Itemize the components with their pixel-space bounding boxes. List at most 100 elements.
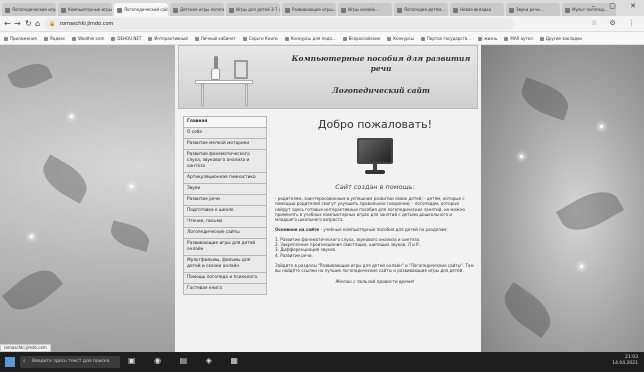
vase-image: [211, 68, 220, 80]
sparkle: [600, 125, 603, 128]
bookmark-label: Интерактивный: [154, 36, 188, 41]
monitor-icon: [357, 138, 393, 176]
browser-tab[interactable]: Новая вкладка: [450, 3, 504, 16]
sidebar-menu-item[interactable]: Развитие фонематического слуха, звуковог…: [183, 150, 267, 173]
sparkle: [130, 185, 133, 188]
bookmark-item[interactable]: Интерактивный: [148, 32, 188, 44]
bookmark-item[interactable]: DEHOU.NET: [111, 32, 142, 44]
bookmark-label: MAX аутол: [510, 36, 533, 41]
picture-frame-image: [234, 60, 248, 79]
home-icon[interactable]: ⌂: [35, 19, 40, 29]
sidebar-menu-item[interactable]: Развивающие игры для детей онлайн: [183, 239, 267, 256]
bookmark-label: Всероссийские: [348, 36, 381, 41]
taskbar-apps[interactable]: ▣ ◉ ▤ ◈ ▦: [128, 356, 246, 365]
sidebar-menu-item[interactable]: Звуки: [183, 184, 267, 195]
browser-tab[interactable]: Развивающие игры...: [282, 3, 336, 16]
bookmark-icon: [148, 37, 153, 41]
tab-label: Детские игры логопеда...: [180, 7, 224, 12]
favicon-icon: [173, 7, 178, 13]
back-icon[interactable]: ←: [4, 19, 11, 29]
tab-bar: Логопедические игры для детей... Компьюте…: [0, 0, 644, 16]
favicon-icon: [5, 7, 10, 13]
browser-tab[interactable]: Игры онлайн...: [338, 3, 392, 16]
bookmark-item[interactable]: Всероссийские: [342, 32, 381, 44]
sidebar-menu-item[interactable]: Логопедические сайты: [183, 228, 267, 239]
sparkle: [580, 265, 583, 268]
tab-label: Развивающие игры...: [292, 7, 336, 12]
bookmark-item[interactable]: Weather.com: [72, 32, 104, 44]
sidebar-menu: Главная О себе Развитие мелкой моторики Раз…: [183, 116, 267, 295]
favicon-icon: [229, 7, 234, 13]
sidebar-menu-item[interactable]: Артикуляционная гимнастика: [183, 173, 267, 184]
intro-rest: - учебные компьютерные пособия для детей…: [319, 227, 448, 233]
intro-paragraph: Основное на сайте - учебные компьютерные…: [275, 227, 475, 232]
site-subtitle: Логопедический сайт: [332, 86, 430, 95]
header-banner: Компьютерные пособия для развития речи Л…: [178, 45, 478, 109]
created-heading: Сайт создан в помощь:: [335, 183, 415, 191]
tab-label: Звуки речи...: [516, 7, 544, 12]
bookmark-item[interactable]: Приложения: [4, 32, 37, 44]
bookmark-item[interactable]: Конкурсы для педа...: [284, 32, 336, 44]
favicon-icon: [285, 7, 290, 13]
favicon-icon: [453, 7, 458, 13]
status-url: romaschki.jimdo.com: [0, 344, 51, 352]
start-button[interactable]: [5, 357, 15, 367]
bookmark-label: DEHOU.NET: [117, 36, 142, 41]
bookmark-label: Личный кабинет: [200, 36, 236, 41]
favicon-icon: [117, 7, 122, 13]
intro-bold: Основное на сайте: [275, 227, 320, 233]
section-list-item: 4. Развитие речи.: [275, 252, 313, 258]
tab-label: Игры онлайн...: [348, 7, 380, 12]
sidebar-menu-item[interactable]: Помощь логопеда и психолога: [183, 273, 267, 284]
sidebar-menu-item[interactable]: Развитие мелкой моторики: [183, 139, 267, 150]
url-field[interactable]: 🔒 romaschki.jimdo.com: [44, 18, 514, 30]
bookmark-icon: [284, 37, 289, 41]
taskbar: ⌕ Введите здесь текст для поиска ▣ ◉ ▤ ◈…: [0, 352, 644, 372]
bookmark-item[interactable]: Конкурсы: [387, 32, 414, 44]
reload-icon[interactable]: ↻: [25, 19, 32, 29]
sidebar-menu-item[interactable]: Главная: [183, 116, 267, 128]
wish-text: Желаю с пользой провести время!: [335, 279, 415, 285]
bookmark-item[interactable]: Личный кабинет: [194, 32, 236, 44]
bookmark-label: Яндекс: [49, 36, 66, 41]
sidebar-menu-item[interactable]: Гостевая книга: [183, 284, 267, 295]
favicon-icon: [341, 7, 346, 13]
taskbar-search[interactable]: ⌕ Введите здесь текст для поиска: [20, 356, 120, 368]
search-icon: ⌕: [23, 359, 26, 364]
tab-label: Логопедический сайт...: [124, 7, 168, 12]
background-right: [479, 45, 644, 352]
sidebar-menu-item[interactable]: Мультфильмы, фильмы для детей и сказки о…: [183, 256, 267, 273]
bookmark-item[interactable]: жизнь: [478, 32, 497, 44]
browser-tab[interactable]: Игры для детей 3-7 лет: [226, 3, 280, 16]
browser-tab[interactable]: Детские игры логопеда...: [170, 3, 224, 16]
browser-tab[interactable]: Логопедические игры для детей...: [2, 3, 56, 16]
browser-tab[interactable]: Компьютерные игры для р...: [58, 3, 112, 16]
main-content: Добро пожаловать! Сайт создан в помощь: …: [275, 115, 475, 285]
window-controls[interactable]: – ▢ ✕: [592, 2, 642, 10]
sparkle: [30, 235, 33, 238]
sidebar-menu-item[interactable]: О себе: [183, 128, 267, 139]
bookmark-icon: [72, 37, 77, 41]
forward-icon[interactable]: →: [14, 19, 21, 29]
tab-label: Компьютерные игры для р...: [68, 7, 112, 12]
bookmarks-bar: Приложения Яндекс Weather.com DEHOU.NET Инте…: [0, 32, 644, 45]
sidebar-menu-item[interactable]: Чтение, письмо: [183, 217, 267, 228]
browser-tab[interactable]: Звуки речи...: [506, 3, 560, 16]
bookmark-icon: [194, 37, 199, 41]
browser-tab[interactable]: Логопедический сайт...: [114, 3, 168, 16]
favicon-icon: [61, 7, 66, 13]
browser-tab[interactable]: Логопедия детям...: [394, 3, 448, 16]
extension-icons[interactable]: ☆ ⚙ ⋮: [591, 19, 640, 27]
sidebar-menu-item[interactable]: Развитие речи: [183, 195, 267, 206]
bookmark-item[interactable]: Яндекс: [43, 32, 66, 44]
address-bar-row: ← → ↻ ⌂ 🔒 romaschki.jimdo.com ☆ ⚙ ⋮: [0, 16, 644, 32]
bookmark-item[interactable]: Другие закладки: [539, 32, 582, 44]
bookmark-item[interactable]: Портал государств...: [420, 32, 471, 44]
sidebar-menu-item[interactable]: Подготовка к школе: [183, 206, 267, 217]
bookmark-icon: [4, 37, 8, 41]
bookmark-item[interactable]: MAX аутол: [504, 32, 533, 44]
bookmark-item[interactable]: Серьги Книги: [242, 32, 278, 44]
lock-icon: 🔒: [49, 21, 56, 27]
favicon-icon: [565, 7, 570, 13]
leaf-decoration: [107, 220, 153, 252]
